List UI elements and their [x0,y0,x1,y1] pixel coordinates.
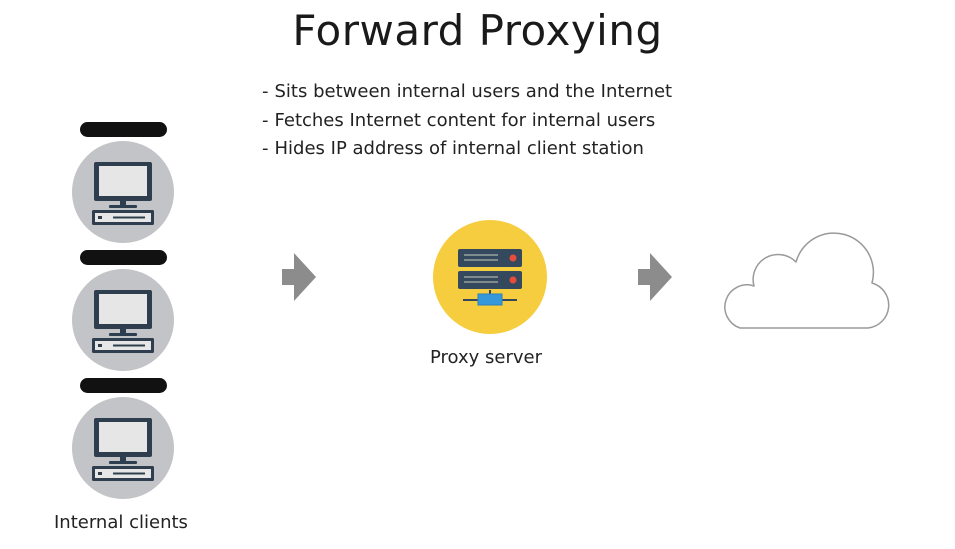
desktop-computer-icon [92,418,154,481]
proxy-server-node [433,220,547,334]
cloud-icon [724,232,890,329]
client-bar [80,250,167,265]
client-group [72,122,174,499]
client-bar [80,378,167,393]
arrow-right-icon [282,253,316,301]
arrow-right-icon [638,253,672,301]
internal-clients-label: Internal clients [54,512,188,533]
desktop-computer-icon [92,290,154,353]
diagram-canvas [72,122,890,499]
desktop-computer-icon [92,162,154,225]
proxy-server-label: Proxy server [430,347,543,368]
client-bar [80,122,167,137]
